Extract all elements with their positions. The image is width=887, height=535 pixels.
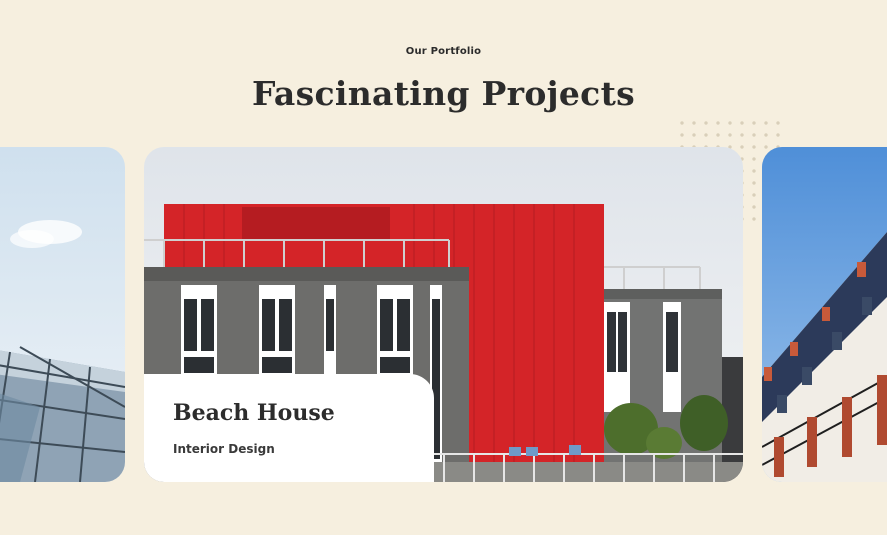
project-caption-card[interactable]: Beach House Interior Design	[144, 374, 434, 482]
portfolio-eyebrow: Our Portfolio	[405, 46, 482, 57]
parisian-apartment-building-image	[762, 147, 887, 482]
glass-roof-building-image	[0, 147, 125, 482]
project-card-next[interactable]	[762, 147, 887, 482]
section-title: Fascinating Projects	[252, 74, 635, 113]
project-card-prev[interactable]	[0, 147, 125, 482]
project-title[interactable]: Beach House	[173, 400, 335, 426]
project-category: Interior Design	[173, 442, 275, 456]
